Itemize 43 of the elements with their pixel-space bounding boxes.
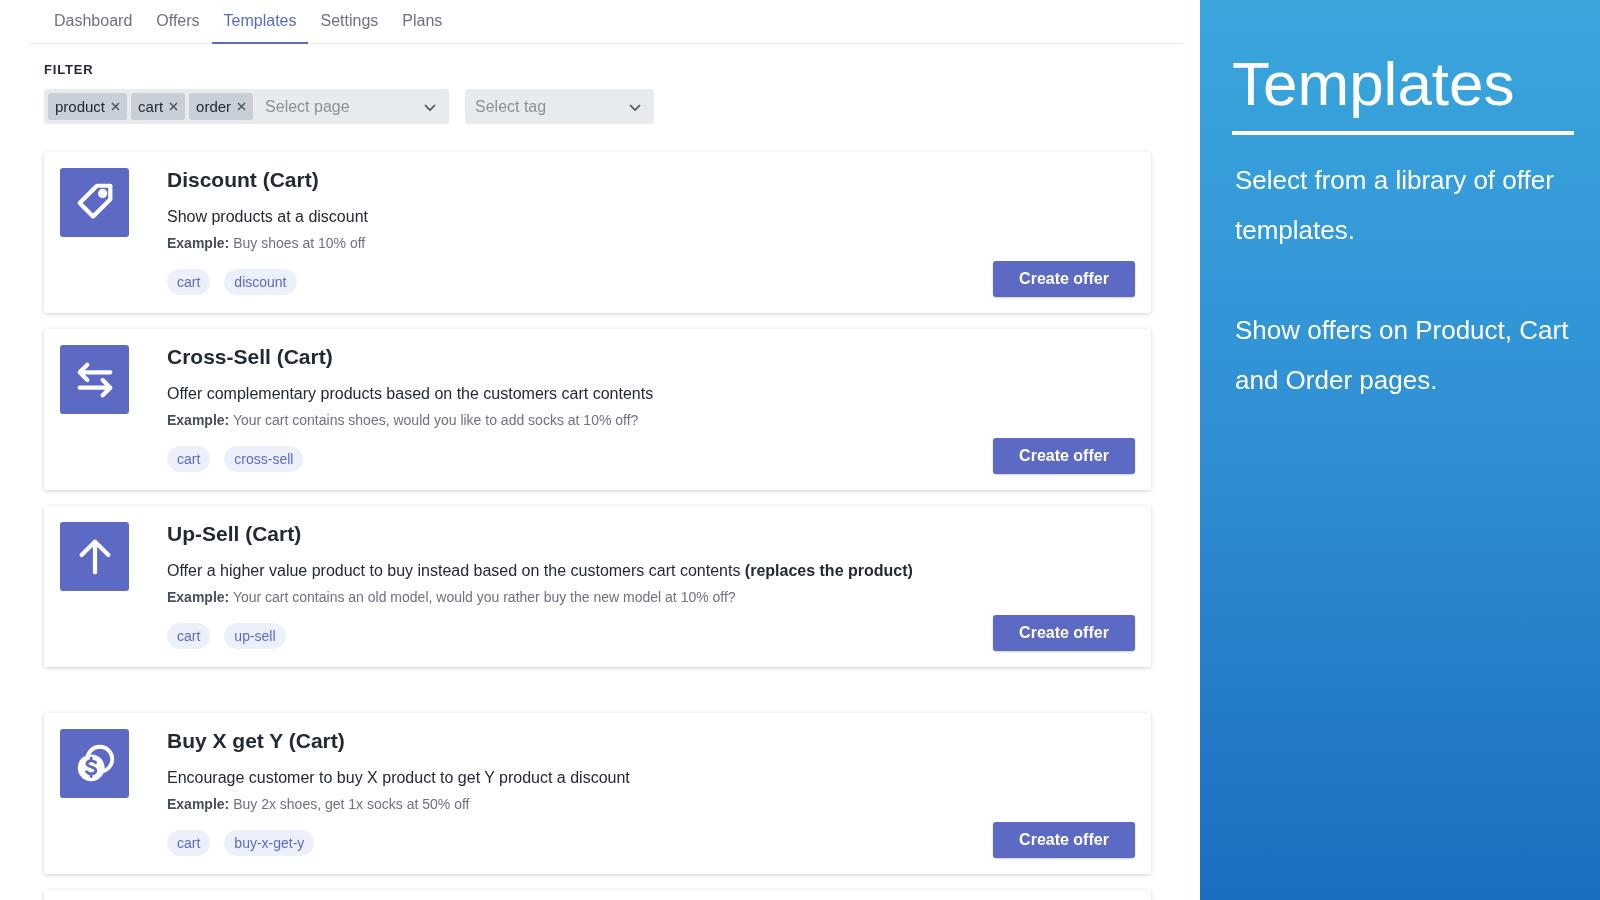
tag-pill: cross-sell: [224, 446, 304, 472]
create-offer-button[interactable]: Create offer: [993, 615, 1135, 651]
create-offer-button[interactable]: Create offer: [993, 261, 1135, 297]
tag-pill: cart: [167, 269, 211, 295]
template-example: Example: Your cart contains shoes, would you like to add socks at 10% off?: [167, 412, 640, 428]
template-example: Example: Buy 2x shoes, get 1x socks at 50% off: [167, 796, 471, 812]
nav-tab[interactable]: Settings: [308, 0, 391, 44]
template-description: Encourage customer to buy X product to get Y product a discount: [167, 769, 631, 787]
template-title: Cross-Sell (Cart): [167, 345, 334, 369]
panel-text: Show offers on Product, Cart and Order pages.: [1235, 314, 1570, 397]
close-icon[interactable]: [169, 102, 179, 111]
template-description: Show products at a discount: [167, 208, 369, 226]
tag-pill: discount: [224, 269, 297, 295]
tag-pill: cart: [167, 623, 211, 649]
select-placeholder: Select tag: [474, 97, 548, 116]
close-icon[interactable]: [237, 102, 247, 111]
panel-title: Templates: [1232, 48, 1574, 135]
tag-pill: cart: [167, 830, 211, 856]
page-select[interactable]: product cart order Select page: [44, 89, 449, 124]
template-title: Up-Sell (Cart): [167, 522, 303, 546]
nav-tab[interactable]: Offers: [144, 0, 212, 44]
create-offer-button[interactable]: Create offer: [993, 438, 1135, 474]
filter-chip[interactable]: order: [189, 93, 254, 120]
nav-tab[interactable]: Dashboard: [42, 0, 145, 44]
template-example: Example: Buy shoes at 10% off: [167, 235, 367, 251]
panel-text: Select from a library of offer templates.: [1235, 164, 1555, 247]
filter-label: FILTER: [44, 62, 95, 77]
template-example: Example: Your cart contains an old model, would you rather buy the new model at 10% off?: [167, 589, 737, 605]
close-icon[interactable]: [111, 102, 121, 111]
nav-tab[interactable]: Plans: [390, 0, 455, 44]
nav-tab[interactable]: Templates: [211, 0, 309, 44]
filter-chip[interactable]: product: [48, 93, 128, 120]
template-description: Offer complementary products based on the customers cart contents: [167, 385, 655, 403]
tag-pill: cart: [167, 446, 211, 472]
template-title: Buy X get Y (Cart): [167, 729, 346, 753]
tag-pill: up-sell: [224, 623, 286, 649]
template-title: Discount (Cart): [167, 168, 320, 192]
tag-pill: buy-x-get-y: [224, 830, 315, 856]
tag-select[interactable]: Select tag: [465, 89, 654, 124]
template-description: Offer a higher value product to buy instead based on the customers cart contents (replaces the product): [167, 562, 914, 580]
select-placeholder: Select page: [264, 97, 351, 116]
filter-chip[interactable]: cart: [131, 93, 186, 120]
create-offer-button[interactable]: Create offer: [993, 822, 1135, 858]
